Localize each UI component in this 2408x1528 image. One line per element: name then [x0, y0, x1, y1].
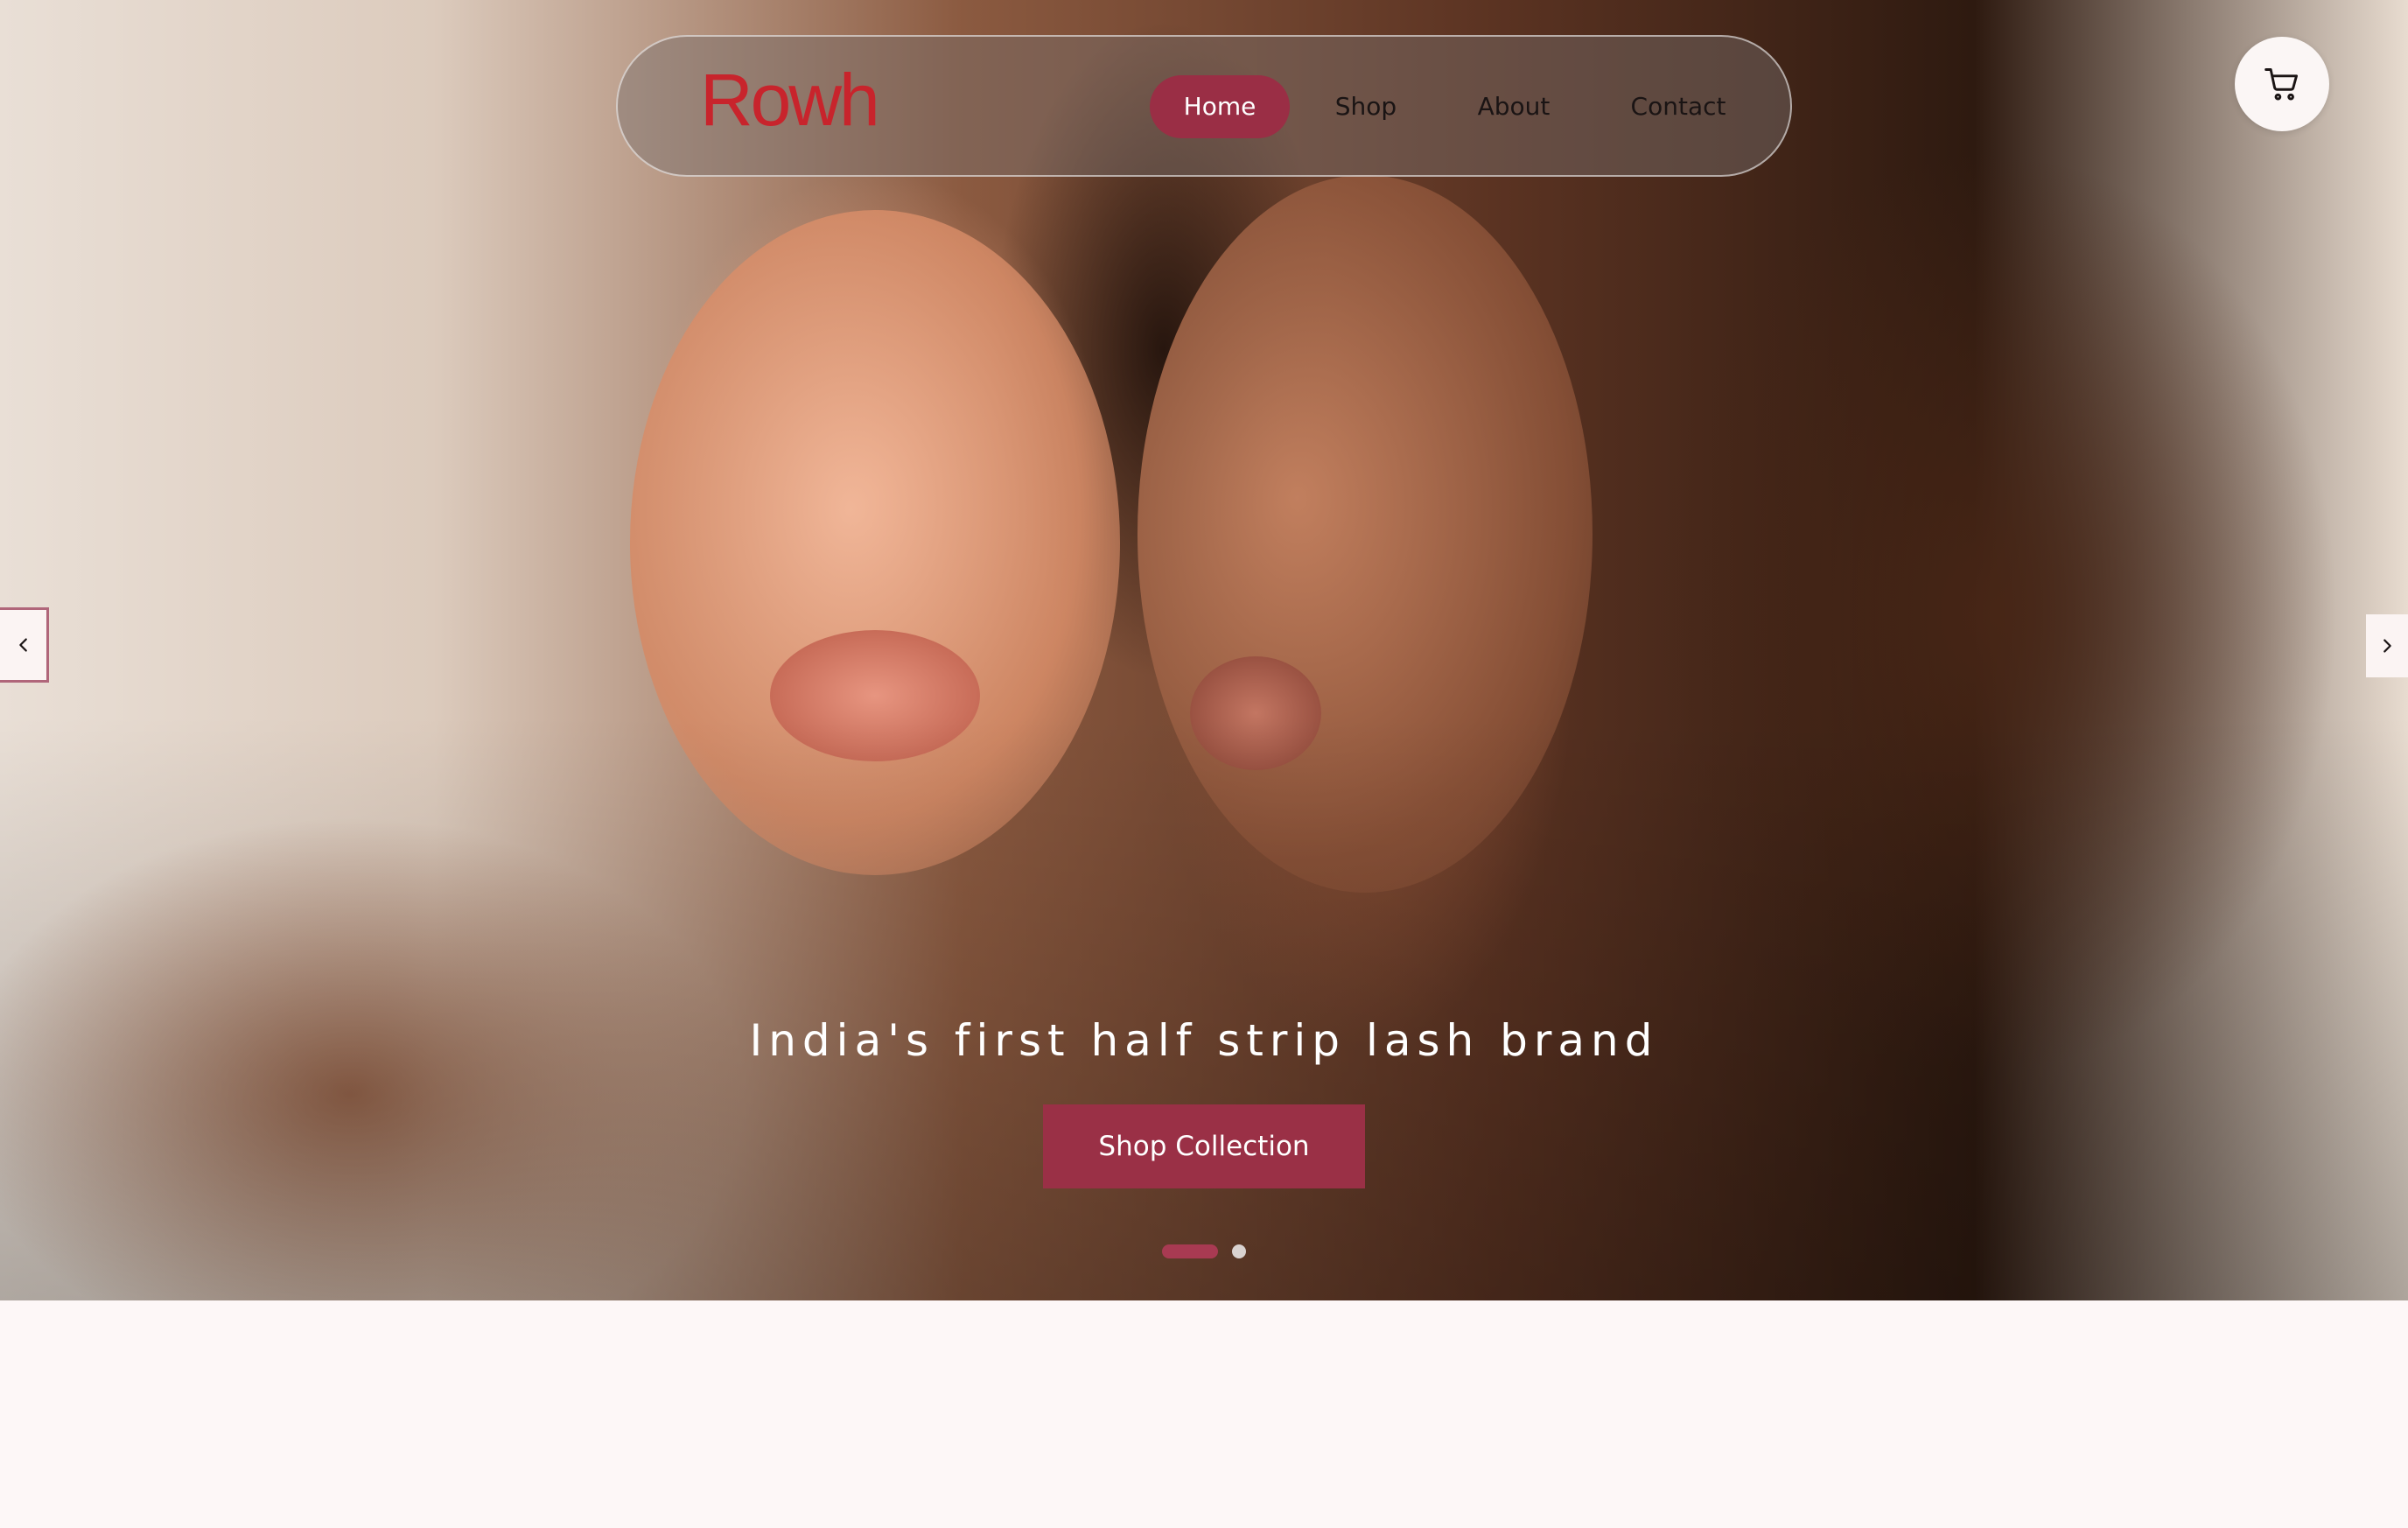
- carousel-dot[interactable]: [1232, 1244, 1246, 1258]
- carousel-dot-active[interactable]: [1162, 1244, 1218, 1258]
- chevron-right-icon: [2384, 639, 2391, 653]
- nav-item-about[interactable]: About: [1461, 75, 1566, 138]
- hero-tagline: India's first half strip lash brand: [749, 1015, 1659, 1066]
- nav-item-shop[interactable]: Shop: [1318, 75, 1414, 138]
- cart-icon: [2264, 68, 2298, 101]
- nav-item-contact[interactable]: Contact: [1615, 75, 1741, 138]
- hero-banner: Rowh Home Shop About Contact India's fir…: [0, 0, 2408, 1300]
- nav-item-home[interactable]: Home: [1150, 75, 1290, 138]
- content-area: [0, 1300, 2408, 1528]
- carousel-next-button[interactable]: [2366, 614, 2408, 677]
- chevron-left-icon: [18, 638, 27, 652]
- brand-logo[interactable]: Rowh: [700, 56, 880, 144]
- carousel-prev-button[interactable]: [0, 607, 49, 683]
- cart-button[interactable]: [2235, 37, 2329, 131]
- shop-collection-button[interactable]: Shop Collection: [1043, 1104, 1365, 1188]
